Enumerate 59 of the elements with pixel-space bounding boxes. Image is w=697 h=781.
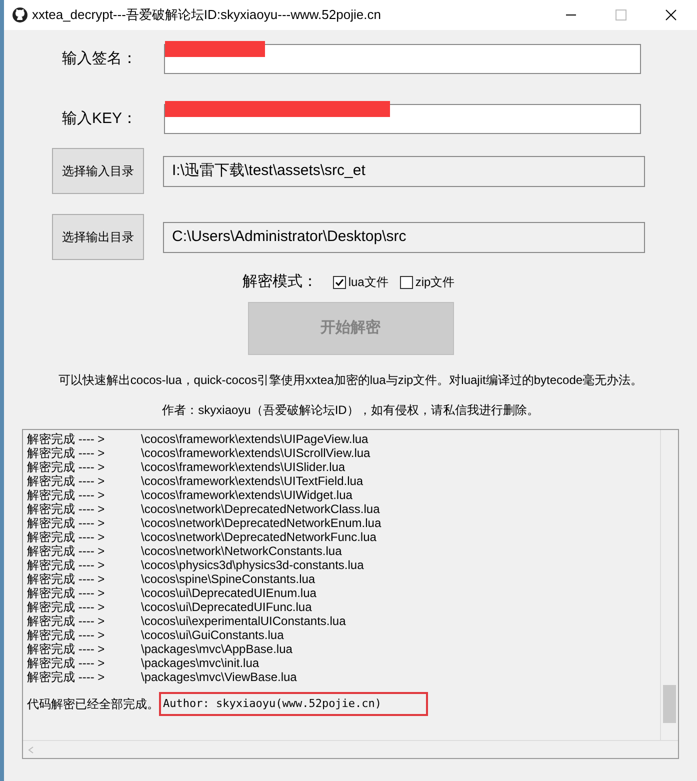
field-label: 输入KEY： — [62, 108, 138, 129]
log-status: 解密完成 ---- > — [27, 488, 106, 502]
app-logo-icon — [12, 7, 28, 23]
log-path: \cocos\network\DeprecatedNetworkFunc.lua — [141, 530, 376, 544]
log-path: \cocos\network\NetworkConstants.lua — [141, 544, 342, 558]
log-path: \cocos\framework\extends\UIPageView.lua — [141, 432, 368, 446]
checkbox[interactable] — [333, 276, 346, 288]
log-status: 解密完成 ---- > — [27, 628, 106, 642]
log-status: 解密完成 ---- > — [27, 530, 106, 544]
log-status: 解密完成 ---- > — [27, 474, 106, 488]
info-text: 作者：skyxiaoyu（吾爱破解论坛ID），如有侵权，请私信我进行删除。 — [162, 402, 539, 419]
close-icon[interactable] — [665, 9, 677, 21]
log-status: 解密完成 ---- > — [27, 460, 106, 474]
log-path: \packages\mvc\init.lua — [141, 656, 260, 670]
choose-directory-button[interactable]: 选择输出目录 — [52, 214, 144, 260]
checkbox-label[interactable]: lua文件 — [348, 273, 388, 291]
checkbox[interactable] — [400, 276, 414, 288]
log-path: \cocos\framework\extends\UISlider.lua — [141, 460, 346, 474]
author-text: Author: skyxiaoyu(www.52pojie.cn) — [159, 692, 428, 716]
choose-directory-button[interactable]: 选择输入目录 — [52, 148, 144, 194]
input-field[interactable] — [164, 44, 641, 74]
log-path: \cocos\ui\DeprecatedUIEnum.lua — [141, 586, 316, 600]
log-status: 解密完成 ---- > — [27, 502, 106, 516]
log-path: \cocos\ui\experimentalUIConstants.lua — [141, 614, 346, 628]
scrollbar-thumb[interactable] — [663, 685, 676, 723]
log-path: \cocos\network\DeprecatedNetworkEnum.lua — [141, 516, 382, 530]
log-path: \cocos\physics3d\physics3d-constants.lua — [141, 558, 364, 572]
log-path: \cocos\framework\extends\UIScrollView.lua — [141, 446, 370, 460]
input-field[interactable] — [164, 104, 641, 134]
directory-field[interactable]: I:\迅雷下载\test\assets\src_et — [163, 156, 645, 186]
log-status: 解密完成 ---- > — [27, 446, 106, 460]
log-status: 解密完成 ---- > — [27, 516, 106, 530]
log-status: 解密完成 ---- > — [27, 670, 106, 684]
window-title: xxtea_decrypt---吾爱破解论坛ID:skyxiaoyu---www.52pojie.cn — [32, 6, 381, 24]
info-text: 可以快速解出cocos-lua，quick-cocos引擎使用xxtea加密的lua与zip文件。对luajit编译过的bytecode毫无办法。 — [58, 372, 643, 389]
log-status: 解密完成 ---- > — [27, 656, 106, 670]
log-path: \cocos\network\DeprecatedNetworkClass.lua — [141, 502, 380, 516]
field-label: 输入签名： — [62, 48, 138, 69]
log-done-text: 代码解密已经全部完成。 — [27, 697, 159, 711]
log-path: \packages\mvc\ViewBase.lua — [141, 670, 297, 684]
log-status: 解密完成 ---- > — [27, 600, 106, 614]
log-status: 解密完成 ---- > — [27, 558, 106, 572]
mode-label: 解密模式： — [242, 272, 318, 292]
log-status: 解密完成 ---- > — [27, 572, 106, 586]
log-path: \cocos\spine\SpineConstants.lua — [141, 572, 316, 586]
log-status: 解密完成 ---- > — [27, 586, 106, 600]
vertical-scrollbar[interactable] — [660, 430, 678, 740]
log-path: \cocos\ui\GuiConstants.lua — [141, 628, 284, 642]
log-path: \cocos\framework\extends\UIWidget.lua — [141, 488, 352, 502]
checkbox-label[interactable]: zip文件 — [415, 273, 455, 291]
log-path: \cocos\ui\DeprecatedUIFunc.lua — [141, 600, 312, 614]
log-status: 解密完成 ---- > — [27, 544, 106, 558]
maximize-icon[interactable] — [615, 9, 627, 21]
log-status: 解密完成 ---- > — [27, 642, 106, 656]
log-path: \cocos\framework\extends\UITextField.lua — [141, 474, 364, 488]
directory-field[interactable]: C:\Users\Administrator\Desktop\src — [163, 222, 645, 252]
log-status: 解密完成 ---- > — [27, 432, 106, 446]
log-path: \packages\mvc\AppBase.lua — [141, 642, 292, 656]
log-status: 解密完成 ---- > — [27, 614, 106, 628]
